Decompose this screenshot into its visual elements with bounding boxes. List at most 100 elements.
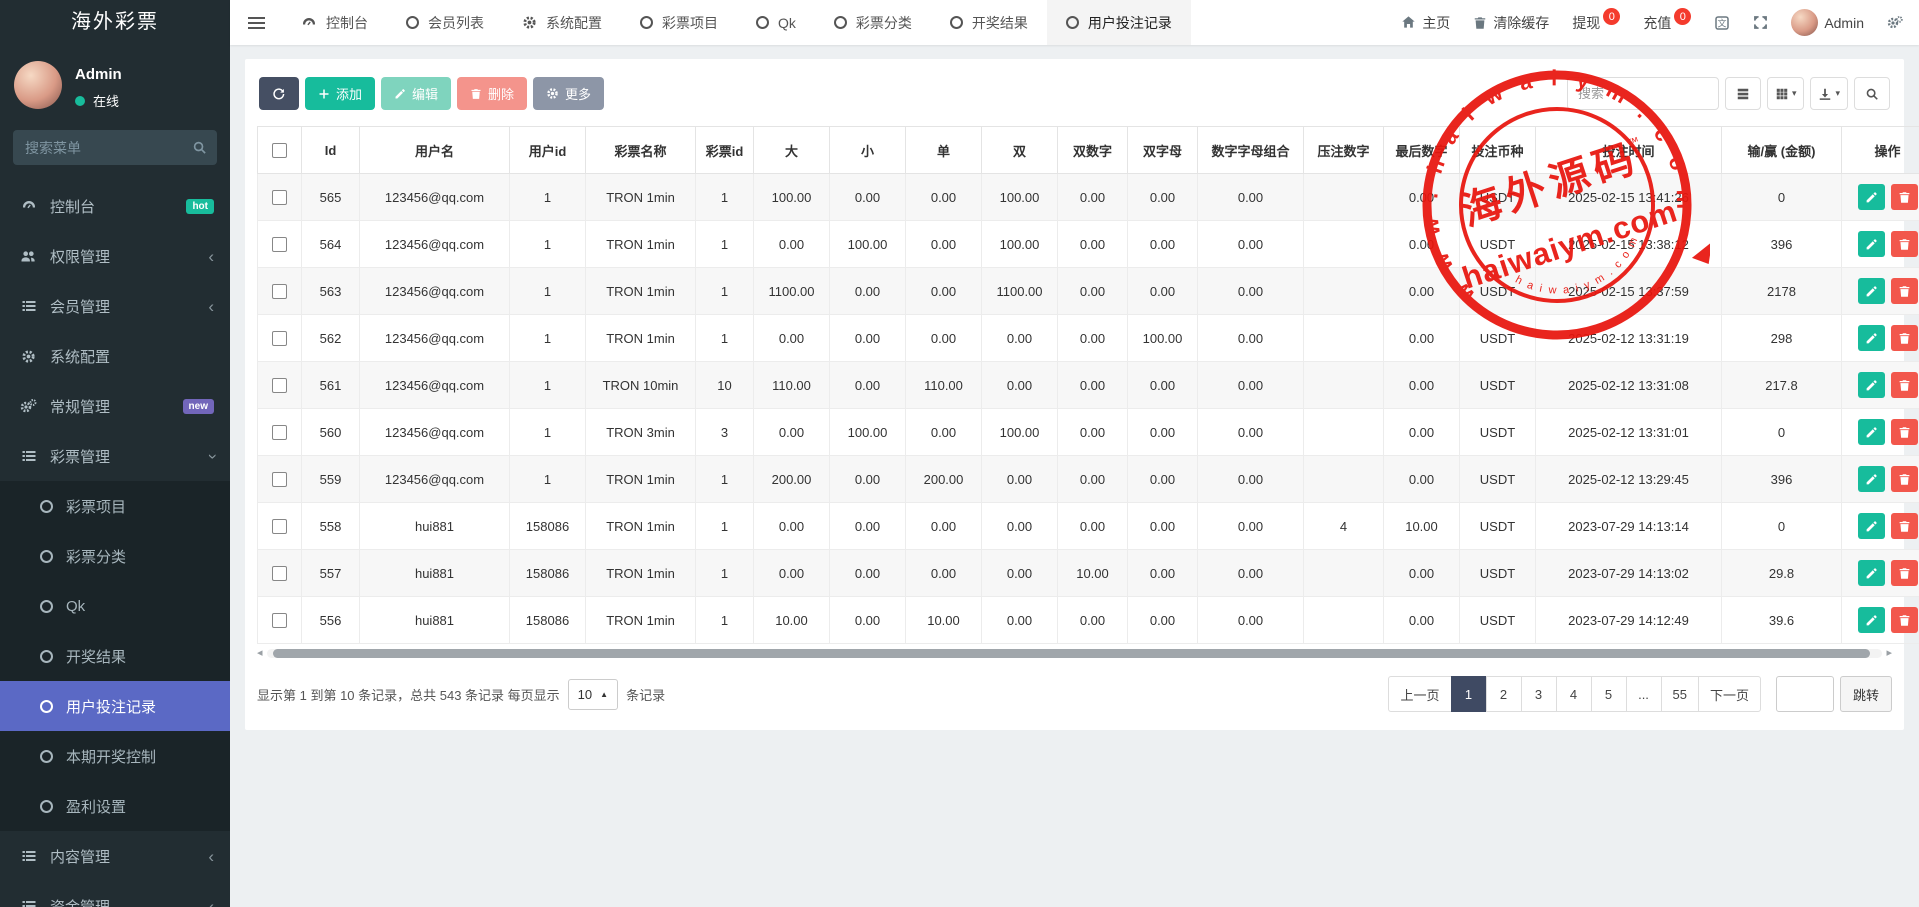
page-button-3[interactable]: 3 [1521,676,1557,712]
row-edit-button[interactable] [1858,607,1885,633]
search-toggle-button[interactable] [1854,77,1890,110]
recharge-link[interactable]: 充值 0 [1643,13,1691,33]
row-checkbox[interactable] [272,331,287,346]
table-footer: 显示第 1 到第 10 条记录，总共 543 条记录 每页显示 10 ▲ 条记录… [257,676,1892,712]
tab-member-list[interactable]: 会员列表 [387,0,503,45]
row-edit-button[interactable] [1858,560,1885,586]
scrollbar-thumb[interactable] [273,649,1870,658]
sidebar-item-dashboard[interactable]: 控制台hot [0,181,230,231]
page-button-4[interactable]: 4 [1556,676,1592,712]
cell-win-loss: 39.6 [1722,597,1842,644]
row-checkbox[interactable] [272,190,287,205]
row-edit-button[interactable] [1858,231,1885,257]
sidebar-item-content[interactable]: 内容管理‹ [0,831,230,881]
row-edit-button[interactable] [1858,466,1885,492]
circle-icon [756,16,769,29]
tab-lottery-projects[interactable]: 彩票项目 [621,0,737,45]
row-edit-button[interactable] [1858,372,1885,398]
scroll-left-icon[interactable]: ◂ [257,648,263,659]
page-button-55[interactable]: 55 [1661,676,1699,712]
row-delete-button[interactable] [1891,607,1918,633]
page-button-上一页[interactable]: 上一页 [1388,676,1451,712]
sidebar-item-general[interactable]: 常规管理new [0,381,230,431]
page-button-2[interactable]: 2 [1486,676,1522,712]
row-checkbox[interactable] [272,237,287,252]
row-checkbox[interactable] [272,519,287,534]
row-delete-button[interactable] [1891,419,1918,445]
settings-button[interactable] [1887,15,1903,31]
cell-big: 0.00 [754,221,830,268]
sidebar-item-lottery[interactable]: 彩票管理‹ [0,431,230,481]
row-edit-button[interactable] [1858,184,1885,210]
menu-toggle-icon[interactable] [230,0,282,45]
jump-button[interactable]: 跳转 [1840,676,1892,712]
page-button-下一页[interactable]: 下一页 [1698,676,1761,712]
refresh-button[interactable] [259,77,299,110]
row-checkbox[interactable] [272,425,287,440]
home-link[interactable]: 主页 [1401,13,1450,33]
sidebar-search [13,130,217,165]
row-delete-button[interactable] [1891,278,1918,304]
sidebar-subitem-user-bet-records[interactable]: 用户投注记录 [0,681,230,731]
language-button[interactable]: 文 [1714,15,1730,31]
page-button-...[interactable]: ... [1626,676,1662,712]
columns-button[interactable]: ▾ [1767,77,1805,110]
row-edit-button[interactable] [1858,325,1885,351]
scroll-right-icon[interactable]: ▸ [1886,648,1892,659]
row-delete-button[interactable] [1891,184,1918,210]
tab-user-bet-records[interactable]: 用户投注记录 [1047,0,1191,45]
more-button[interactable]: 更多 [533,77,604,110]
tab-draw-results[interactable]: 开奖结果 [931,0,1047,45]
row-checkbox[interactable] [272,613,287,628]
cell-number-letter-combo: 0.00 [1198,456,1304,503]
row-delete-button[interactable] [1891,513,1918,539]
cell-lottery-id: 1 [696,221,754,268]
page-button-5[interactable]: 5 [1591,676,1627,712]
row-edit-button[interactable] [1858,513,1885,539]
row-checkbox[interactable] [272,284,287,299]
add-button[interactable]: 添加 [305,77,375,110]
sidebar-search-input[interactable] [13,130,217,165]
sidebar-item-system-config[interactable]: 系统配置 [0,331,230,381]
row-checkbox[interactable] [272,566,287,581]
row-checkbox[interactable] [272,378,287,393]
column-header-user-id: 用户id [510,127,586,174]
sidebar-subitem-lottery-projects[interactable]: 彩票项目 [0,481,230,531]
sidebar-item-funds[interactable]: 资金管理‹ [0,881,230,907]
sidebar-subitem-lottery-categories[interactable]: 彩票分类 [0,531,230,581]
tab-lottery-categories[interactable]: 彩票分类 [815,0,931,45]
avatar[interactable] [14,61,62,109]
sidebar-subitem-profit-settings[interactable]: 盈利设置 [0,781,230,831]
sidebar-subitem-current-draw-control[interactable]: 本期开奖控制 [0,731,230,781]
row-checkbox[interactable] [272,472,287,487]
row-delete-button[interactable] [1891,325,1918,351]
table-search-input[interactable] [1567,77,1719,110]
row-delete-button[interactable] [1891,466,1918,492]
sidebar-subitem-draw-results[interactable]: 开奖结果 [0,631,230,681]
row-delete-button[interactable] [1891,372,1918,398]
fullscreen-button[interactable] [1753,15,1768,30]
jump-page-input[interactable] [1776,676,1834,712]
detail-view-button[interactable] [1725,77,1761,110]
edit-button[interactable]: 编辑 [381,77,451,110]
export-button[interactable]: ▾ [1810,77,1848,110]
clear-cache-button[interactable]: 清除缓存 [1473,13,1549,33]
page-button-1[interactable]: 1 [1451,676,1487,712]
cell-user-id: 1 [510,174,586,221]
row-edit-button[interactable] [1858,278,1885,304]
row-edit-button[interactable] [1858,419,1885,445]
delete-button[interactable]: 删除 [457,77,527,110]
tab-dashboard[interactable]: 控制台 [282,0,387,45]
per-page-select[interactable]: 10 ▲ [568,679,618,710]
admin-menu[interactable]: Admin [1791,9,1864,36]
sidebar-item-permissions[interactable]: 权限管理‹ [0,231,230,281]
select-all-checkbox[interactable] [272,143,287,158]
tab-system-config[interactable]: 系统配置 [503,0,621,45]
sidebar-item-members[interactable]: 会员管理‹ [0,281,230,331]
row-delete-button[interactable] [1891,560,1918,586]
sidebar-subitem-qk[interactable]: Qk [0,581,230,631]
tab-qk[interactable]: Qk [737,0,815,45]
withdraw-link[interactable]: 提现 0 [1572,13,1620,33]
row-delete-button[interactable] [1891,231,1918,257]
gear-icon [522,15,537,30]
